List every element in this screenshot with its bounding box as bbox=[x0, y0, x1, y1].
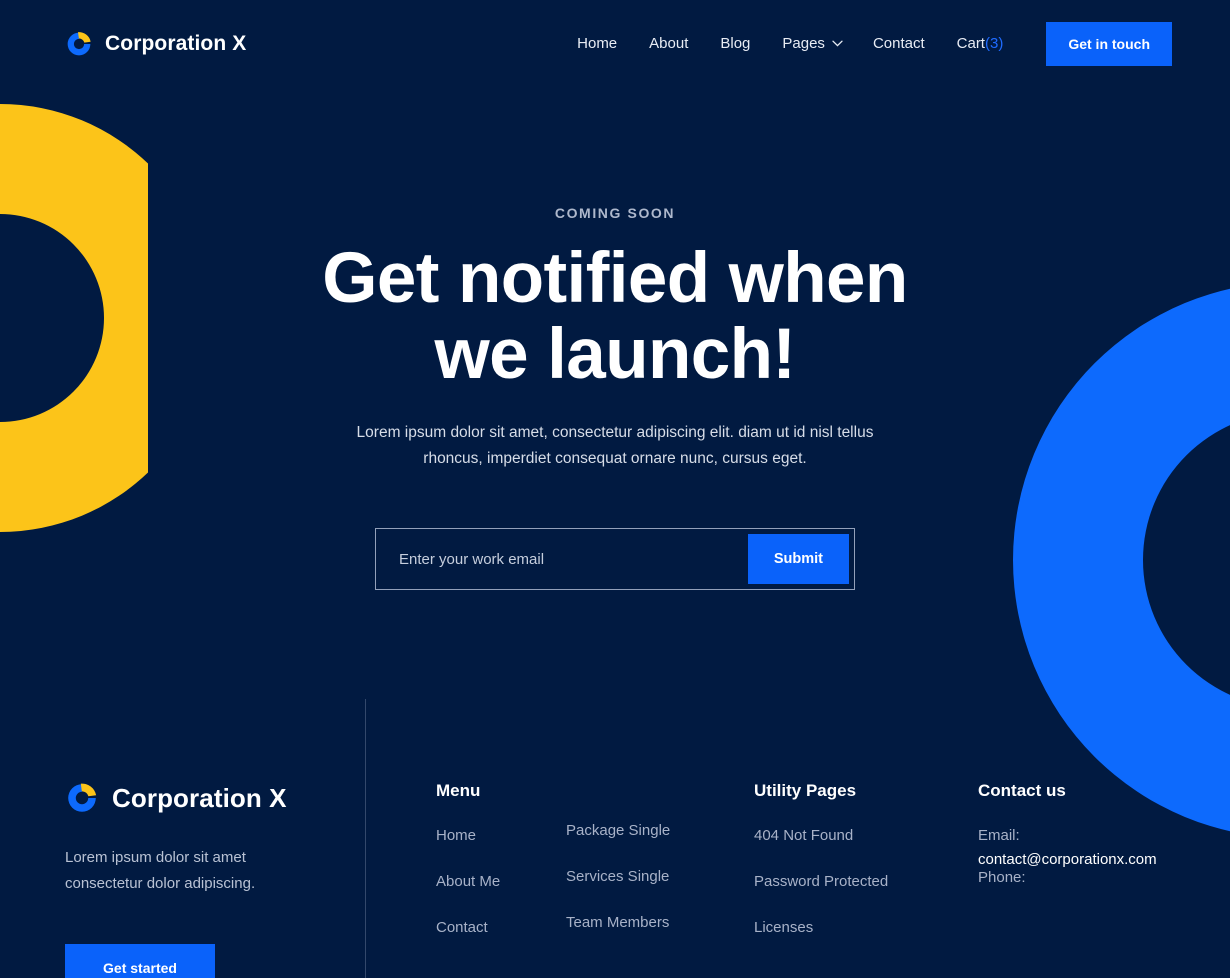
submit-button[interactable]: Submit bbox=[747, 534, 849, 584]
footer-utility-title: Utility Pages bbox=[754, 781, 857, 800]
hero-subtitle: Lorem ipsum dolor sit amet, consectetur … bbox=[356, 424, 874, 467]
header-brand-logo[interactable]: Corporation X bbox=[65, 30, 246, 58]
footer-column-menu: Menu Home About Me Contact bbox=[436, 781, 566, 978]
footer-link-about-me[interactable]: About Me bbox=[436, 873, 566, 890]
get-started-button[interactable]: Get started bbox=[65, 944, 215, 978]
corporation-x-logo-icon bbox=[67, 31, 91, 55]
footer-email-label: Email: bbox=[978, 827, 1020, 844]
email-input[interactable] bbox=[381, 534, 748, 584]
footer-brand-name: Corporation X bbox=[112, 782, 287, 813]
hero-title-line-2: we launch! bbox=[434, 315, 797, 394]
footer-link-404-not-found[interactable]: 404 Not Found bbox=[754, 827, 978, 844]
chevron-down-icon bbox=[832, 40, 843, 47]
footer-link-contact[interactable]: Contact bbox=[436, 919, 566, 936]
footer-link-services-single[interactable]: Services Single bbox=[566, 868, 754, 885]
footer-brand-logo[interactable]: Corporation X bbox=[65, 781, 365, 815]
nav-item-home[interactable]: Home bbox=[561, 36, 633, 51]
footer-link-licenses[interactable]: Licenses bbox=[754, 919, 978, 936]
hero-title: Get notified when we launch! bbox=[0, 241, 1230, 393]
nav-item-blog-label: Blog bbox=[720, 35, 751, 52]
footer-link-password-protected[interactable]: Password Protected bbox=[754, 873, 978, 890]
hero-title-line-1: Get notified when bbox=[322, 239, 908, 318]
footer-tagline: Lorem ipsum dolor sit amet consectetur d… bbox=[65, 849, 256, 892]
header-brand-name: Corporation X bbox=[105, 31, 247, 55]
site-footer: Corporation X Lorem ipsum dolor sit amet… bbox=[0, 686, 1230, 978]
footer-link-package-single[interactable]: Package Single bbox=[566, 822, 754, 839]
subscribe-form: Submit bbox=[375, 528, 855, 590]
cart-count-badge: (3) bbox=[984, 35, 1004, 52]
nav-item-cart[interactable]: Cart (3) bbox=[941, 36, 1020, 51]
nav-item-about[interactable]: About bbox=[633, 36, 704, 51]
nav-item-contact-label: Contact bbox=[872, 35, 925, 52]
site-header: Corporation X Home About Blog Pages Cont… bbox=[0, 0, 1230, 87]
corporation-x-logo-icon bbox=[68, 783, 97, 812]
footer-email-value[interactable]: contact@corporationx.com bbox=[978, 851, 1157, 868]
footer-link-team-members[interactable]: Team Members bbox=[566, 914, 754, 931]
nav-item-blog[interactable]: Blog bbox=[704, 36, 766, 51]
nav-item-home-label: Home bbox=[577, 35, 618, 52]
nav-item-about-label: About bbox=[649, 35, 689, 52]
get-in-touch-button[interactable]: Get in touch bbox=[1046, 21, 1172, 66]
footer-phone-label: Phone: bbox=[978, 869, 1026, 886]
footer-column-contact: Contact us Email: contact@corporationx.c… bbox=[978, 781, 1178, 978]
nav-item-contact[interactable]: Contact bbox=[857, 36, 941, 51]
footer-menu-title: Menu bbox=[436, 781, 481, 800]
hero-eyebrow: COMING SOON bbox=[554, 205, 676, 221]
footer-contact-title: Contact us bbox=[978, 781, 1066, 800]
footer-column-menu-secondary: Package Single Services Single Team Memb… bbox=[566, 781, 754, 978]
nav-item-pages-label: Pages bbox=[782, 35, 825, 52]
nav-item-pages[interactable]: Pages bbox=[766, 36, 857, 51]
footer-link-columns: Menu Home About Me Contact Package Singl… bbox=[366, 686, 1230, 978]
footer-column-utility-pages: Utility Pages 404 Not Found Password Pro… bbox=[754, 781, 978, 978]
hero-section: COMING SOON Get notified when we launch!… bbox=[0, 87, 1230, 590]
footer-link-home[interactable]: Home bbox=[436, 827, 566, 844]
footer-brand-column: Corporation X Lorem ipsum dolor sit amet… bbox=[65, 686, 365, 978]
nav-item-cart-label: Cart bbox=[956, 35, 985, 52]
main-navigation: Home About Blog Pages Contact Cart (3) Ge… bbox=[561, 21, 1172, 66]
